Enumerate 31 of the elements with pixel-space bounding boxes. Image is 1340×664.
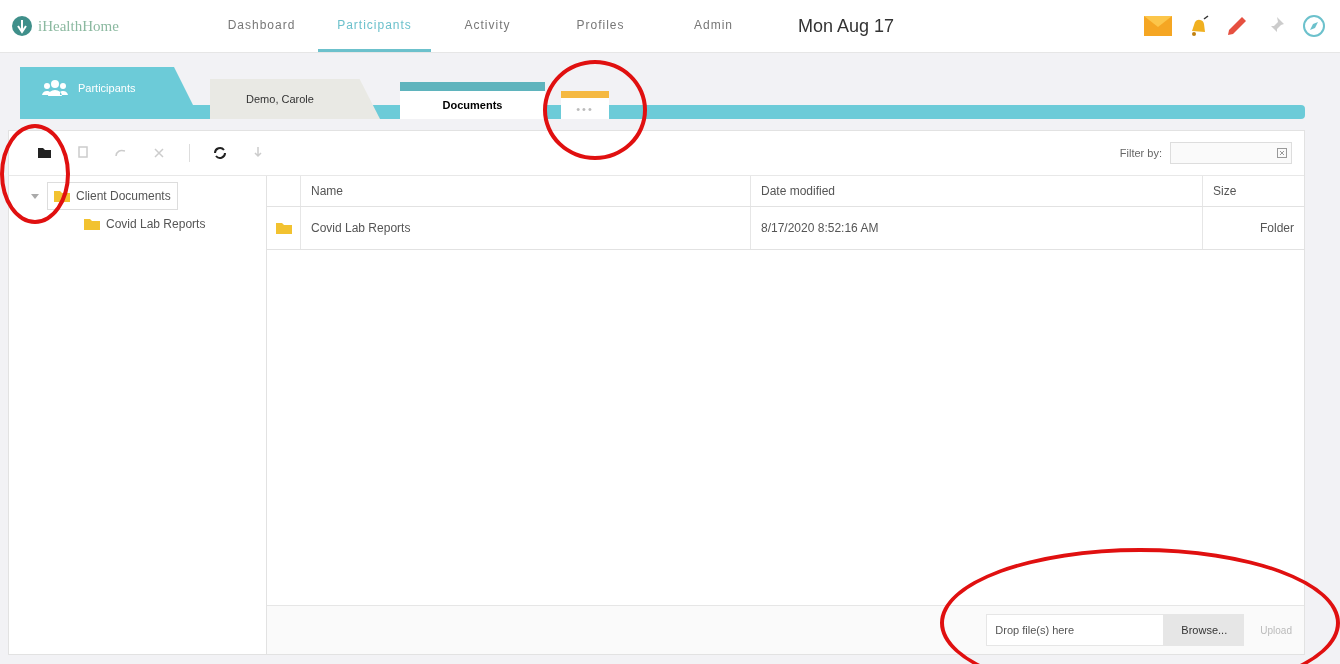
clear-icon[interactable] bbox=[1277, 148, 1287, 158]
column-header[interactable]: Name bbox=[300, 176, 750, 206]
drop-field[interactable]: Drop file(s) here bbox=[986, 614, 1165, 646]
folder-icon bbox=[84, 218, 100, 230]
column-header[interactable]: Size bbox=[1202, 176, 1304, 206]
nav-tab[interactable]: Profiles bbox=[544, 0, 657, 52]
folder-icon bbox=[54, 190, 70, 202]
people-icon bbox=[42, 80, 68, 96]
table-cell: Covid Lab Reports bbox=[300, 207, 750, 249]
brand-name: iHealthHome bbox=[38, 17, 119, 35]
tree-node[interactable]: Client Documents bbox=[47, 182, 178, 210]
table-cell: Folder bbox=[1202, 207, 1304, 249]
logo-icon bbox=[12, 16, 32, 36]
expand-arrow-icon[interactable] bbox=[31, 192, 39, 200]
mail-icon[interactable] bbox=[1144, 16, 1172, 36]
refresh-icon[interactable] bbox=[212, 145, 228, 161]
nav-tab[interactable]: Admin bbox=[657, 0, 770, 52]
new-folder-icon[interactable] bbox=[37, 145, 53, 161]
nav-tab[interactable]: Dashboard bbox=[205, 0, 318, 52]
tab[interactable]: Demo, Carole bbox=[210, 79, 380, 119]
tab[interactable]: Documents bbox=[400, 82, 545, 119]
folder-icon bbox=[275, 222, 292, 234]
column-header[interactable]: Date modified bbox=[750, 176, 1202, 206]
compass-icon[interactable] bbox=[1302, 14, 1326, 38]
nav-tab[interactable]: Activity bbox=[431, 0, 544, 52]
pencil-icon[interactable] bbox=[1226, 15, 1248, 37]
current-date: Mon Aug 17 bbox=[798, 15, 896, 37]
filter-label: Filter by: bbox=[1119, 147, 1162, 159]
table-cell: 8/17/2020 8:52:16 AM bbox=[750, 207, 1202, 249]
browse-button[interactable]: Browse... bbox=[1164, 614, 1245, 646]
filter-field[interactable] bbox=[1170, 142, 1292, 164]
